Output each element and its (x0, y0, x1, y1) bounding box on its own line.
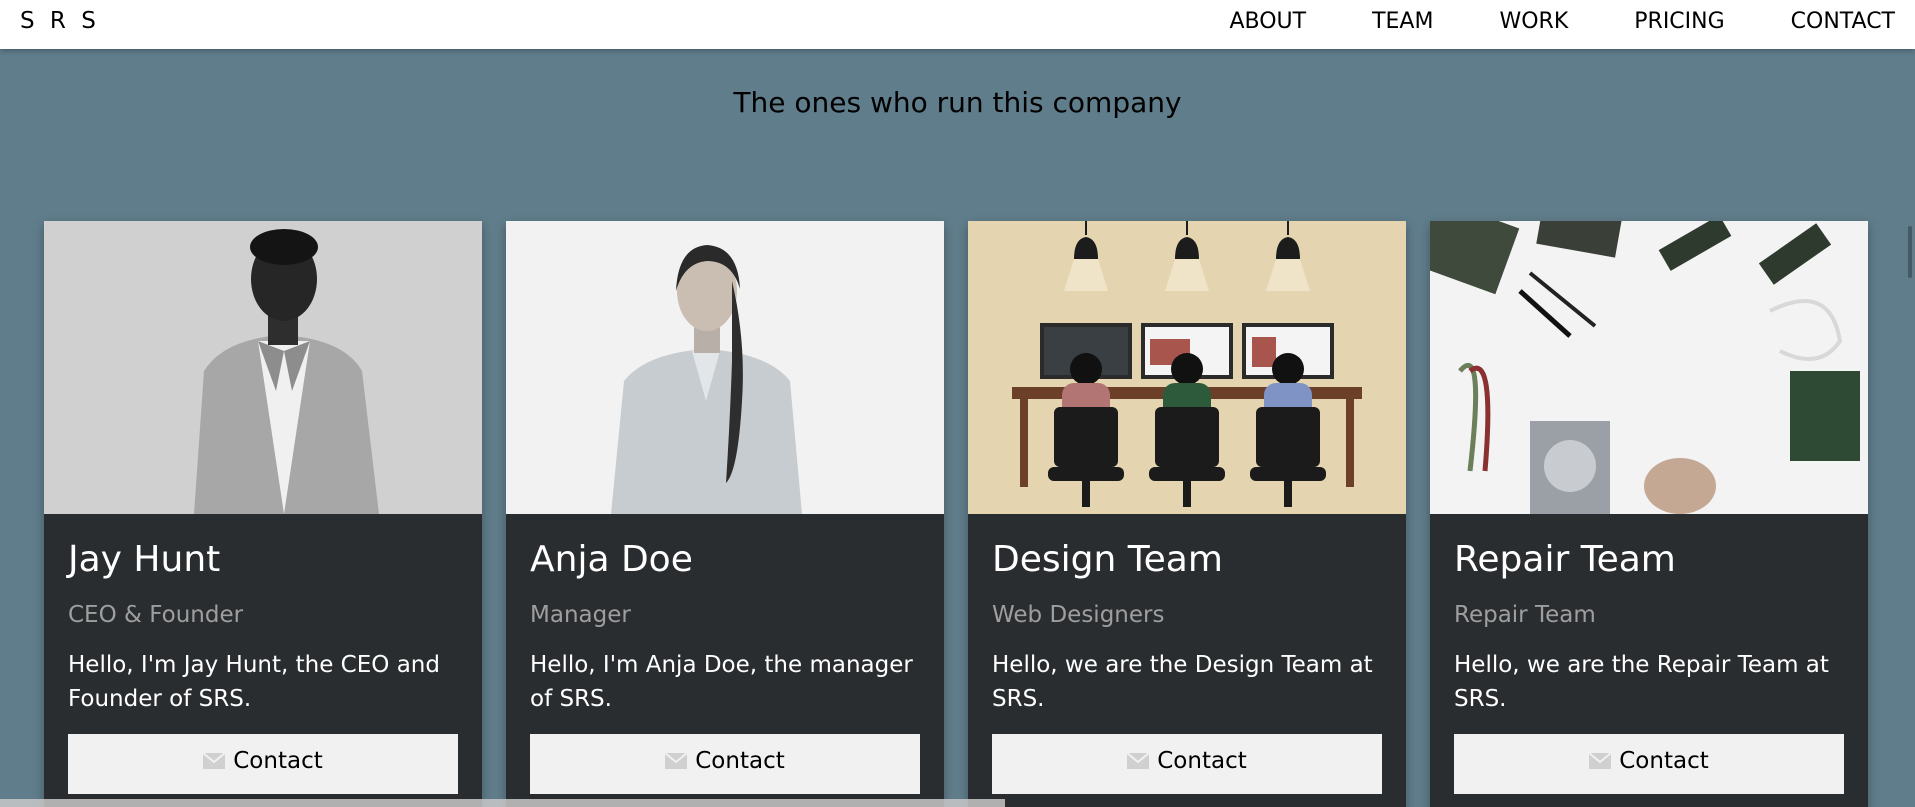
card-role: Web Designers (992, 602, 1165, 628)
contact-button-label: Contact (1619, 748, 1709, 774)
team-card-repair-team: Repair Team Repair Team Hello, we are th… (1430, 221, 1868, 807)
portrait-photo-jay-hunt (44, 221, 482, 514)
nav-link-pricing[interactable]: PRICING (1601, 0, 1757, 49)
card-name: Design Team (992, 539, 1223, 580)
nav-link-team[interactable]: TEAM (1339, 0, 1466, 49)
contact-button-anja-doe[interactable]: Contact (530, 734, 920, 794)
card-description: Hello, we are the Repair Team at SRS. (1454, 652, 1829, 712)
team-card-design-team: Design Team Web Designers Hello, we are … (968, 221, 1406, 807)
envelope-icon (203, 753, 226, 769)
card-name: Repair Team (1454, 539, 1676, 580)
team-cards: Jay Hunt CEO & Founder Hello, I'm Jay Hu… (44, 221, 1868, 807)
card-description: Hello, we are the Design Team at SRS. (992, 652, 1373, 712)
card-role: Manager (530, 602, 631, 628)
team-section-title: The ones who run this company (733, 86, 1182, 119)
vertical-scrollbar-thumb[interactable] (1908, 226, 1912, 278)
envelope-icon (1127, 753, 1150, 769)
card-description: Hello, I'm Anja Doe, the manager of SRS. (530, 652, 913, 712)
card-role: Repair Team (1454, 602, 1596, 628)
contact-button-label: Contact (695, 748, 785, 774)
nav-link-about[interactable]: ABOUT (1196, 0, 1339, 49)
top-navbar: S R S ABOUT TEAM WORK PRICING CONTACT (0, 0, 1915, 49)
horizontal-scrollbar[interactable] (0, 799, 1005, 807)
contact-button-label: Contact (1157, 748, 1247, 774)
portrait-photo-anja-doe (506, 221, 944, 514)
card-name: Jay Hunt (68, 539, 221, 580)
brand-logo[interactable]: S R S (20, 8, 100, 34)
team-card-anja-doe: Anja Doe Manager Hello, I'm Anja Doe, th… (506, 221, 944, 807)
contact-button-repair-team[interactable]: Contact (1454, 734, 1844, 794)
photo-repair-tools (1430, 221, 1868, 514)
contact-button-jay-hunt[interactable]: Contact (68, 734, 458, 794)
card-name: Anja Doe (530, 539, 693, 580)
nav-link-work[interactable]: WORK (1466, 0, 1601, 49)
nav-links: ABOUT TEAM WORK PRICING CONTACT (1196, 0, 1907, 49)
nav-link-contact[interactable]: CONTACT (1758, 0, 1907, 49)
contact-button-design-team[interactable]: Contact (992, 734, 1382, 794)
illustration-design-team (968, 221, 1406, 514)
team-card-jay-hunt: Jay Hunt CEO & Founder Hello, I'm Jay Hu… (44, 221, 482, 807)
card-description: Hello, I'm Jay Hunt, the CEO and Founder… (68, 652, 440, 712)
envelope-icon (1589, 753, 1612, 769)
card-role: CEO & Founder (68, 602, 244, 628)
envelope-icon (665, 753, 688, 769)
contact-button-label: Contact (233, 748, 323, 774)
